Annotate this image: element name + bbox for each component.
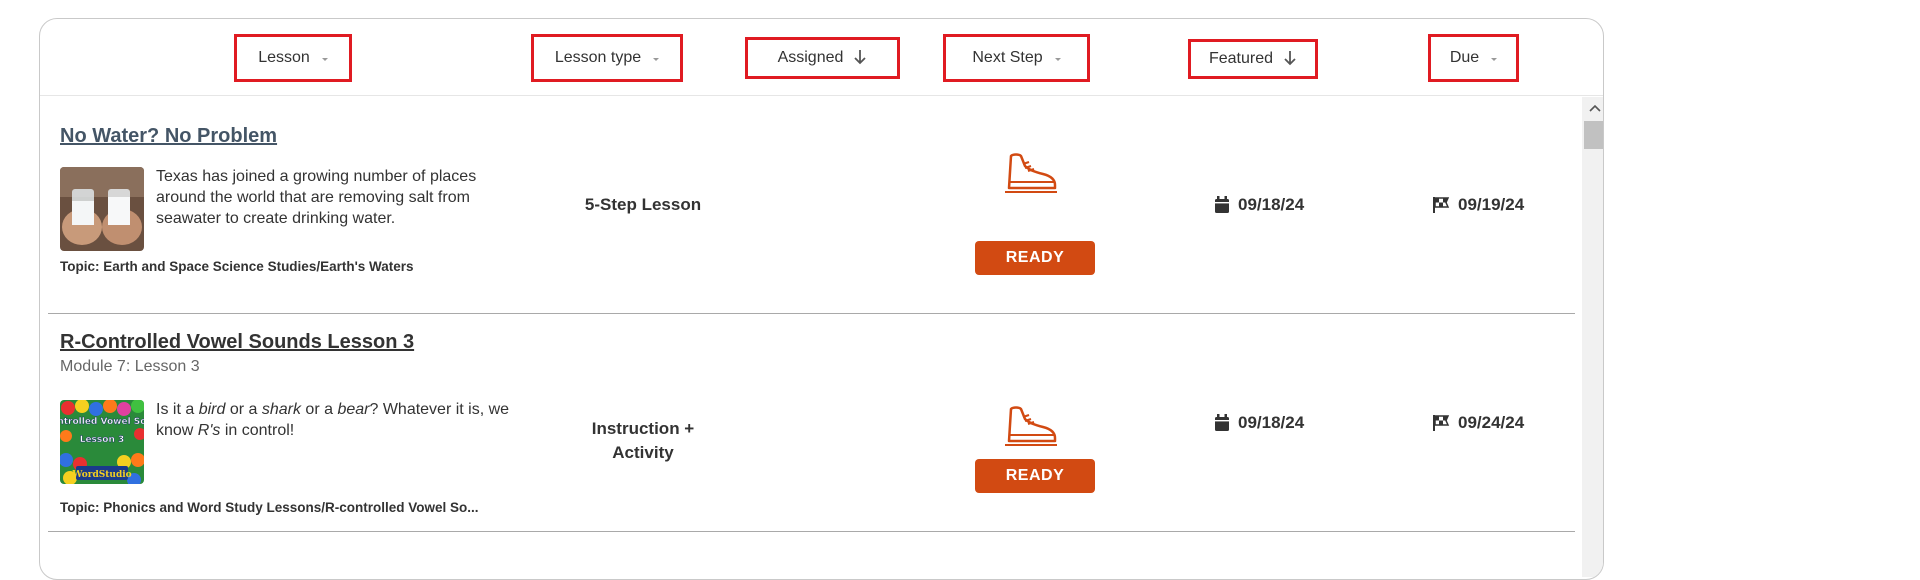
table-row: R-Controlled Vowel Sounds Lesson 3 Modul…	[48, 314, 1575, 532]
calendar-icon	[1215, 414, 1229, 431]
lesson-thumbnail[interactable]: ontrolled Vowel Sou Lesson 3 WordStudio	[60, 400, 144, 484]
due-date-text: 09/19/24	[1458, 195, 1525, 214]
table-header: Lesson Lesson type Assigned Next Step Fe…	[40, 19, 1603, 96]
chevron-up-icon[interactable]	[1582, 97, 1603, 119]
featured-date-text: 09/18/24	[1238, 413, 1305, 432]
ready-button[interactable]: READY	[975, 459, 1095, 493]
column-header-due[interactable]: Due	[1428, 34, 1519, 82]
thumb-text: WordStudio	[71, 470, 131, 480]
due-date-text: 09/24/24	[1458, 413, 1525, 432]
lesson-title-link[interactable]: No Water? No Problem	[60, 125, 277, 148]
due-date: 09/19/24	[1432, 195, 1524, 215]
caret-down-icon	[1054, 57, 1061, 61]
column-header-next-step[interactable]: Next Step	[943, 34, 1090, 82]
running-shoe-icon	[1003, 150, 1059, 194]
column-header-assigned[interactable]: Assigned	[745, 37, 900, 79]
featured-date: 09/18/24	[1214, 413, 1304, 433]
column-header-label: Lesson	[258, 49, 310, 66]
calendar-icon	[1215, 196, 1229, 213]
lesson-description: Texas has joined a growing number of pla…	[156, 168, 477, 227]
vertical-scrollbar[interactable]	[1582, 97, 1603, 577]
running-shoe-icon	[1003, 403, 1059, 447]
lesson-topic: Topic: Phonics and Word Study Lessons/R-…	[60, 500, 479, 515]
caret-down-icon	[321, 57, 328, 61]
lesson-description: Is it a bird or a shark or a bear? Whate…	[156, 401, 510, 439]
ready-button[interactable]: READY	[975, 241, 1095, 275]
lesson-title-link[interactable]: R-Controlled Vowel Sounds Lesson 3	[60, 331, 414, 354]
due-date: 09/24/24	[1432, 413, 1524, 433]
lesson-type: 5-Step Lesson	[584, 195, 702, 214]
lesson-thumbnail[interactable]	[60, 167, 144, 251]
scrollbar-thumb[interactable]	[1584, 121, 1603, 149]
lesson-topic: Topic: Earth and Space Science Studies/E…	[60, 259, 414, 274]
column-header-label: Assigned	[777, 49, 844, 66]
featured-date-text: 09/18/24	[1238, 195, 1305, 214]
arrow-down-icon	[1283, 50, 1297, 69]
caret-down-icon	[1491, 57, 1498, 61]
lesson-subtitle: Module 7: Lesson 3	[60, 358, 200, 375]
column-header-lesson-type[interactable]: Lesson type	[531, 34, 683, 82]
checkered-flag-icon	[1433, 415, 1450, 431]
column-header-label: Next Step	[972, 49, 1043, 66]
column-header-label: Featured	[1208, 50, 1274, 67]
arrow-down-icon	[853, 49, 867, 68]
table-row: No Water? No Problem Texas has joined a …	[48, 96, 1575, 314]
column-header-lesson[interactable]: Lesson	[234, 34, 352, 82]
thumb-text: ontrolled Vowel Sou	[60, 417, 144, 427]
lessons-panel: Lesson Lesson type Assigned Next Step Fe…	[39, 18, 1604, 580]
caret-down-icon	[653, 57, 660, 61]
lesson-type: Instruction + Activity	[591, 419, 695, 462]
column-header-label: Lesson type	[554, 49, 642, 66]
featured-date: 09/18/24	[1214, 195, 1304, 215]
column-header-label: Due	[1449, 49, 1480, 66]
column-header-featured[interactable]: Featured	[1188, 39, 1318, 79]
thumb-text: Lesson 3	[80, 435, 125, 445]
checkered-flag-icon	[1433, 197, 1450, 213]
